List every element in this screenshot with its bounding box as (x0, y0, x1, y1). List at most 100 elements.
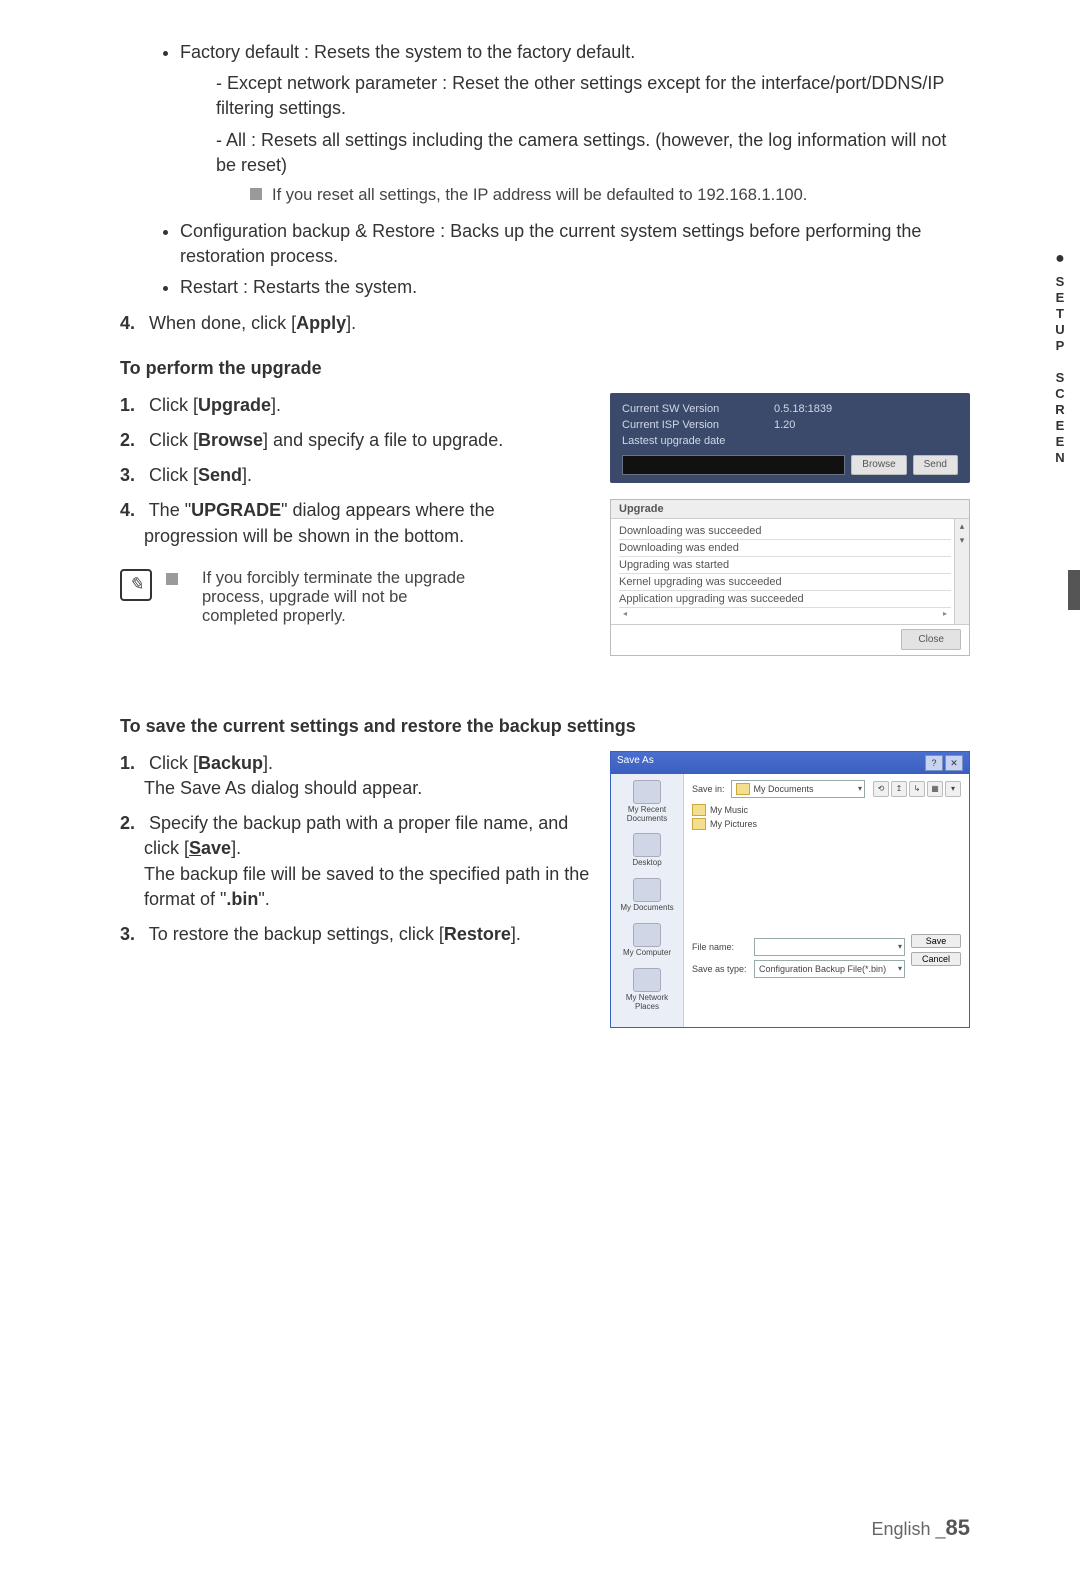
dropdown-value: My Documents (754, 784, 814, 794)
folder-icon (692, 818, 706, 830)
upgrade-section: Click [Upgrade]. Click [Browse] and spec… (120, 393, 970, 656)
text: Click [ (149, 430, 198, 450)
upgrade-step-4: The "UPGRADE" dialog appears where the p… (144, 498, 590, 548)
text: Click [ (149, 753, 198, 773)
send-label: Send (198, 465, 242, 485)
browse-button[interactable]: Browse (851, 455, 906, 475)
places-sidebar: My Recent Documents Desktop My Documents… (611, 774, 684, 1028)
upgrade-dialog-title: Upgrade (611, 500, 969, 519)
text: Click [ (149, 395, 198, 415)
rest: ave (932, 936, 947, 946)
label: My Computer (613, 949, 681, 958)
upgrade-label: Upgrade (198, 395, 271, 415)
restore-label: Restore (444, 924, 511, 944)
text: ]. (242, 465, 252, 485)
backup-label: Backup (198, 753, 263, 773)
note-text: If you reset all settings, the IP addres… (272, 184, 807, 207)
save-type-label: Save as type: (692, 964, 748, 974)
backup-steps: Click [Backup]. The Save As dialog shoul… (120, 751, 590, 947)
tip-bullet-icon (166, 573, 178, 585)
text: ". (258, 889, 269, 909)
upgrade-step-2: Click [Browse] and specify a file to upg… (144, 428, 590, 453)
place-network[interactable]: My Network Places (613, 968, 681, 1012)
dash-except-network: Except network parameter : Reset the oth… (216, 71, 970, 121)
text: ]. (231, 838, 241, 858)
note-bullet-icon (250, 188, 262, 200)
bullet-restart: Restart : Restarts the system. (180, 275, 970, 300)
save-in-dropdown[interactable]: My Documents (731, 780, 865, 798)
saveas-screenshot-column: Save As ?✕ My Recent Documents Desktop M… (610, 751, 970, 1029)
upgrade-step-3: Click [Send]. (144, 463, 590, 488)
place-recent[interactable]: My Recent Documents (613, 780, 681, 824)
view-icon[interactable]: ▦ (927, 781, 943, 797)
save-type-dropdown[interactable]: Configuration Backup File(*.bin) (754, 960, 905, 978)
page-number: 85 (946, 1515, 970, 1540)
folder-item[interactable]: My Music (692, 804, 961, 816)
text: ]. (263, 753, 273, 773)
footer-lang: English _ (871, 1519, 945, 1539)
view-menu-icon[interactable]: ▾ (945, 781, 961, 797)
dialog-toolbar: ⟲↥↳▦▾ (871, 781, 961, 797)
upgrade-log-line: Upgrading was started (619, 557, 951, 574)
place-mydocs[interactable]: My Documents (613, 878, 681, 913)
sw-version-label: Current SW Version (622, 403, 762, 415)
file-name-input[interactable] (754, 938, 905, 956)
upgrade-log-line: Kernel upgrading was succeeded (619, 574, 951, 591)
help-button[interactable]: ? (925, 755, 943, 771)
backup-text-column: Click [Backup]. The Save As dialog shoul… (120, 751, 590, 1029)
dash-list: Except network parameter : Reset the oth… (180, 71, 970, 178)
save-as-dialog: Save As ?✕ My Recent Documents Desktop M… (610, 751, 970, 1029)
upgrade-file-input[interactable] (622, 455, 845, 475)
upgrade-log-line: Downloading was ended (619, 540, 951, 557)
step-4-apply: When done, click [Apply]. (144, 311, 970, 336)
send-button[interactable]: Send (913, 455, 958, 475)
upgrade-screenshot-column: Current SW Version0.5.18:1839 Current IS… (610, 393, 970, 656)
step-apply: When done, click [Apply]. (120, 311, 970, 336)
save-as-main: Save in: My Documents ⟲↥↳▦▾ My Music My … (684, 774, 969, 1028)
value: Configuration Backup File(*.bin) (759, 964, 886, 974)
close-icon[interactable]: ✕ (945, 755, 963, 771)
upgrade-step-1: Click [Upgrade]. (144, 393, 590, 418)
tip-text: If you forcibly terminate the upgrade pr… (202, 569, 482, 626)
upgrade-info-panel: Current SW Version0.5.18:1839 Current IS… (610, 393, 970, 483)
label: My Network Places (613, 994, 681, 1012)
up-icon[interactable]: ↥ (891, 781, 907, 797)
page-footer: English _85 (871, 1515, 970, 1541)
side-tab-label: SETUP SCREEN (1053, 274, 1068, 466)
text: Factory default : Resets the system to t… (180, 42, 635, 62)
section-title-upgrade: To perform the upgrade (120, 358, 970, 379)
upgrade-log-line: Downloading was succeeded (619, 523, 951, 540)
documents-icon (633, 878, 661, 902)
bullet-factory-default: Factory default : Resets the system to t… (180, 40, 970, 207)
back-icon[interactable]: ⟲ (873, 781, 889, 797)
text: The " (149, 500, 191, 520)
horizontal-scrollbar[interactable]: ◂▸ (619, 607, 951, 620)
label: Desktop (613, 859, 681, 868)
file-list[interactable]: My Music My Pictures (692, 804, 961, 934)
side-tab-dot: ● (1040, 250, 1080, 268)
place-mycomputer[interactable]: My Computer (613, 923, 681, 958)
cancel-button[interactable]: Cancel (911, 952, 961, 966)
vertical-scrollbar[interactable]: ▴▾ (954, 519, 969, 624)
upgrade-text-column: Click [Upgrade]. Click [Browse] and spec… (120, 393, 590, 656)
folder-icon (692, 804, 706, 816)
close-button[interactable]: Close (901, 629, 961, 650)
dash-all: All : Resets all settings including the … (216, 128, 970, 178)
apply-label: Apply (296, 313, 346, 333)
text: Click [ (149, 465, 198, 485)
text: ] and specify a file to upgrade. (263, 430, 503, 450)
place-desktop[interactable]: Desktop (613, 833, 681, 868)
save-button[interactable]: Save (911, 934, 961, 948)
newfolder-icon[interactable]: ↳ (909, 781, 925, 797)
side-thumb-marker (1068, 570, 1080, 610)
sw-version-value: 0.5.18:1839 (774, 403, 832, 415)
save-ave: ave (201, 838, 231, 858)
file-name-label: File name: (692, 942, 748, 952)
tip-icon: ✎ (120, 569, 152, 601)
save-s-underline: S (189, 838, 201, 858)
folder-item[interactable]: My Pictures (692, 818, 961, 830)
file-label: My Music (710, 805, 748, 815)
upgrade-tip: ✎ If you forcibly terminate the upgrade … (120, 569, 590, 626)
file-label: My Pictures (710, 819, 757, 829)
folder-icon (633, 780, 661, 804)
